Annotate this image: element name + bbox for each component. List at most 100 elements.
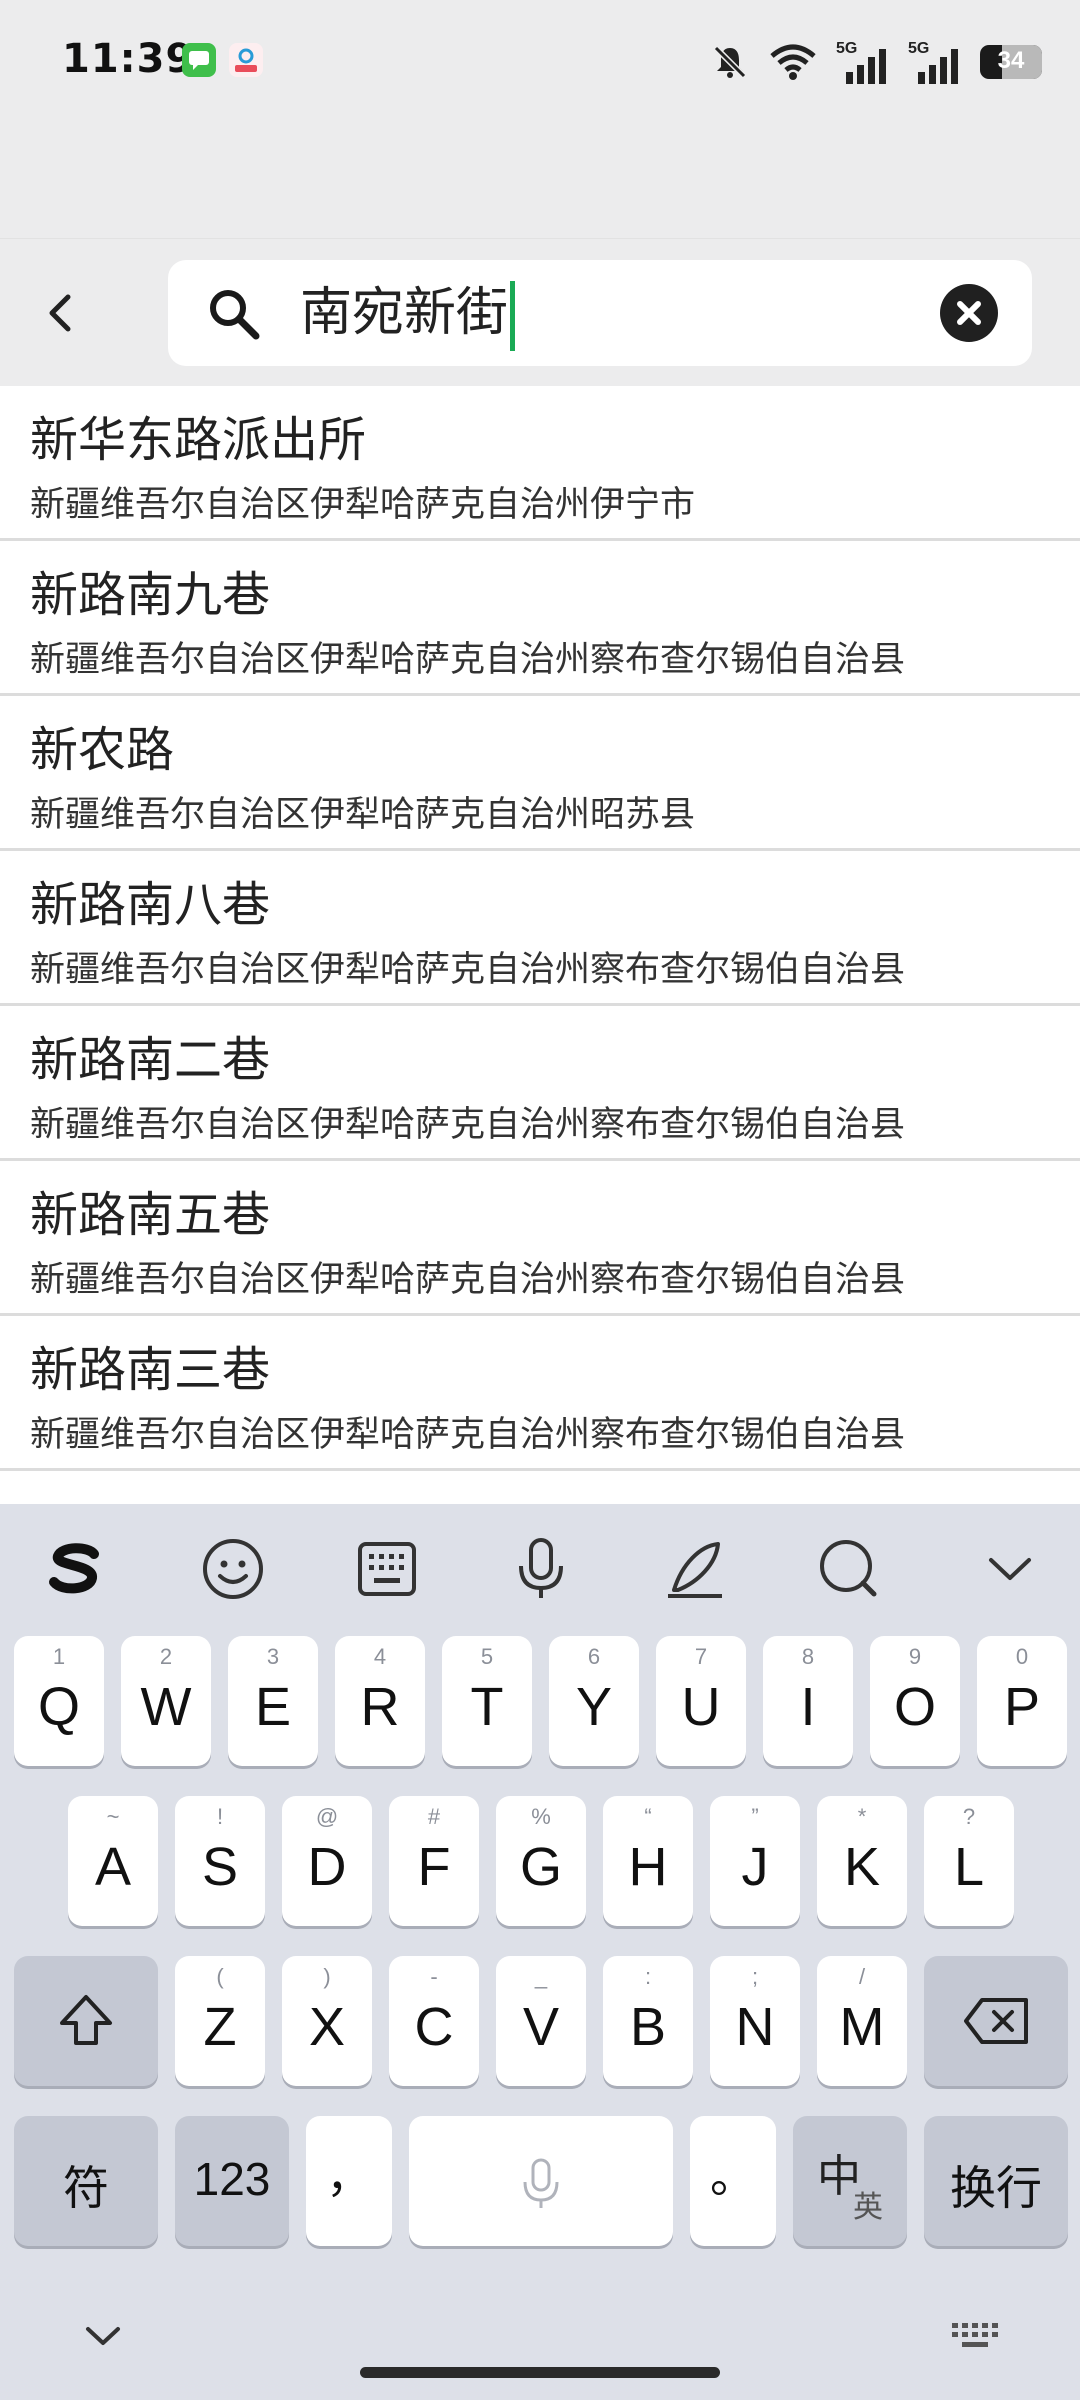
- key-l[interactable]: ? L: [924, 1796, 1014, 1926]
- list-item[interactable]: 新农路 新疆维吾尔自治区伊犁哈萨克自治州昭苏县: [0, 696, 1080, 851]
- enter-key[interactable]: 换行: [924, 2116, 1068, 2246]
- key-b[interactable]: :B: [603, 1956, 693, 2086]
- item-subtitle: 新疆维吾尔自治区伊犁哈萨克自治州察布查尔锡伯自治县: [30, 1415, 906, 1455]
- key-m[interactable]: / M: [817, 1956, 907, 2086]
- home-indicator[interactable]: [360, 2367, 720, 2378]
- key-k[interactable]: * K: [817, 1796, 907, 1926]
- key-v[interactable]: _ V: [496, 1956, 586, 2086]
- search-query[interactable]: 南宛新街: [300, 280, 516, 351]
- key-label: V: [522, 1997, 560, 2057]
- space-key[interactable]: [409, 2116, 673, 2246]
- collapse-icon[interactable]: [975, 1534, 1045, 1604]
- key-label: N: [735, 1997, 775, 2057]
- item-title: 新路南九巷: [30, 567, 271, 623]
- key-label: I: [800, 1677, 816, 1737]
- key-hint: ;: [751, 1964, 759, 1989]
- key-t[interactable]: 5T: [442, 1636, 532, 1766]
- key-hint: -: [430, 1964, 438, 1989]
- keyboard-icon: [952, 2323, 998, 2347]
- key-hint: ”: [751, 1804, 759, 1829]
- back-button[interactable]: [40, 291, 84, 335]
- key-label: S: [201, 1837, 239, 1897]
- key-label: H: [628, 1837, 668, 1897]
- key-z[interactable]: (Z: [175, 1956, 265, 2086]
- microphone-icon: [523, 2158, 559, 2208]
- numbers-key[interactable]: 123: [175, 2116, 289, 2246]
- key-q[interactable]: 1Q: [14, 1636, 104, 1766]
- key-label: T: [470, 1677, 504, 1737]
- handwriting-icon[interactable]: [660, 1534, 730, 1604]
- item-title: 新路南五巷: [30, 1187, 271, 1243]
- language-toggle-key[interactable]: 中 英: [793, 2116, 907, 2246]
- key-o[interactable]: 9O: [870, 1636, 960, 1766]
- key-label: 。: [710, 2150, 756, 2202]
- sogou-logo-icon[interactable]: [40, 1534, 110, 1604]
- key-c[interactable]: -C: [389, 1956, 479, 2086]
- key-g[interactable]: % G: [496, 1796, 586, 1926]
- signal-icon-2: 5G: [908, 40, 962, 84]
- list-item[interactable]: 新路南三巷 新疆维吾尔自治区伊犁哈萨克自治州察布查尔锡伯自治县: [0, 1316, 1080, 1471]
- key-e[interactable]: 3E: [228, 1636, 318, 1766]
- search-input[interactable]: 南宛新街: [168, 260, 1032, 366]
- key-s[interactable]: ! S: [175, 1796, 265, 1926]
- key-hint: 7: [694, 1644, 708, 1669]
- key-y[interactable]: 6Y: [549, 1636, 639, 1766]
- results-list: 新华东路派出所 新疆维吾尔自治区伊犁哈萨克自治州伊宁市 新路南九巷 新疆维吾尔自治区…: [0, 386, 1080, 1504]
- shift-key[interactable]: [14, 1956, 158, 2086]
- key-label: 换行: [950, 2162, 1042, 2214]
- key-hint: 6: [587, 1644, 601, 1669]
- key-p[interactable]: 0P: [977, 1636, 1067, 1766]
- key-hint: 0: [1015, 1644, 1029, 1669]
- clear-button[interactable]: [940, 284, 998, 342]
- battery-level: 34: [997, 47, 1025, 74]
- status-time: 11:39: [62, 36, 195, 82]
- list-item[interactable]: 新路南二巷 新疆维吾尔自治区伊犁哈萨克自治州察布查尔锡伯自治县: [0, 1006, 1080, 1161]
- list-item[interactable]: 新华东路派出所 新疆维吾尔自治区伊犁哈萨克自治州伊宁市: [0, 386, 1080, 541]
- item-subtitle: 新疆维吾尔自治区伊犁哈萨克自治州察布查尔锡伯自治县: [30, 950, 906, 990]
- period-key[interactable]: 。: [690, 2116, 776, 2246]
- chevron-down-icon: [86, 2327, 120, 2345]
- search-icon[interactable]: [814, 1534, 884, 1604]
- key-hint: ~: [106, 1804, 120, 1829]
- key-label: Z: [203, 1997, 237, 2057]
- key-hint: *: [857, 1804, 867, 1829]
- key-hint: /: [858, 1964, 866, 1989]
- keyboard-toolbar: [0, 1504, 1080, 1630]
- key-r[interactable]: 4R: [335, 1636, 425, 1766]
- symbols-key[interactable]: 符: [14, 2116, 158, 2246]
- comma-key[interactable]: ，: [306, 2116, 392, 2246]
- list-item[interactable]: 新路南五巷 新疆维吾尔自治区伊犁哈萨克自治州察布查尔锡伯自治县: [0, 1161, 1080, 1316]
- key-h[interactable]: “H: [603, 1796, 693, 1926]
- key-w[interactable]: 2W: [121, 1636, 211, 1766]
- key-hint: 2: [159, 1644, 173, 1669]
- item-subtitle: 新疆维吾尔自治区伊犁哈萨克自治州伊宁市: [30, 485, 696, 525]
- list-item[interactable]: 新路南九巷 新疆维吾尔自治区伊犁哈萨克自治州察布查尔锡伯自治县: [0, 541, 1080, 696]
- hide-keyboard-button[interactable]: [80, 2321, 126, 2355]
- list-item[interactable]: 新路南八巷新疆维吾尔自治区伊犁哈萨克自治州察布查尔锡伯自治县: [0, 851, 1080, 1006]
- key-d[interactable]: @ D: [282, 1796, 372, 1926]
- clear-icon: [957, 301, 981, 325]
- keyboard-switch-button[interactable]: [950, 2319, 1000, 2357]
- key-hint: #: [427, 1804, 441, 1829]
- key-hint: ): [323, 1964, 331, 1989]
- key-label: G: [519, 1837, 562, 1897]
- key-label: E: [254, 1677, 292, 1737]
- emoji-icon[interactable]: [198, 1534, 268, 1604]
- key-n[interactable]: ; N: [710, 1956, 800, 2086]
- key-j[interactable]: ” J: [710, 1796, 800, 1926]
- key-a[interactable]: ~ A: [68, 1796, 158, 1926]
- key-label: R: [360, 1677, 400, 1737]
- key-label: 符: [63, 2162, 109, 2214]
- search-header: 南宛新街: [0, 238, 1080, 387]
- key-f[interactable]: # F: [389, 1796, 479, 1926]
- key-hint: 8: [801, 1644, 815, 1669]
- messages-app-icon: [182, 43, 216, 77]
- chevron-left-icon: [49, 294, 71, 332]
- key-i[interactable]: 8I: [763, 1636, 853, 1766]
- keyboard-layout-icon[interactable]: [352, 1534, 422, 1604]
- item-title: 新路南八巷: [30, 877, 271, 933]
- key-u[interactable]: 7U: [656, 1636, 746, 1766]
- key-x[interactable]: ) X: [282, 1956, 372, 2086]
- microphone-icon[interactable]: [506, 1534, 576, 1604]
- backspace-key[interactable]: [924, 1956, 1068, 2086]
